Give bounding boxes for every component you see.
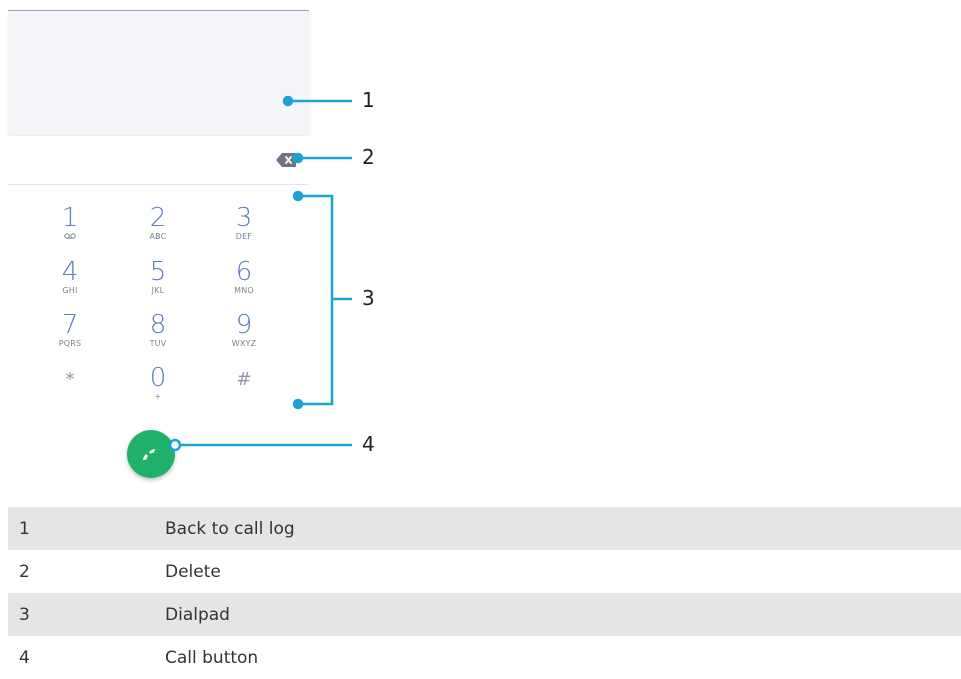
callout-3-bracket [298, 194, 334, 406]
legend-text: Call button [165, 647, 259, 668]
callout-label-4: 4 [362, 432, 375, 456]
legend-number: 2 [19, 561, 30, 582]
callout-label-1: 1 [362, 88, 375, 112]
legend-number: 3 [19, 604, 30, 625]
legend-text: Back to call log [165, 518, 295, 539]
callout-label-2: 2 [362, 145, 375, 169]
legend-row: 3 Dialpad [8, 593, 961, 636]
legend-row: 2 Delete [8, 550, 961, 593]
legend-table: 1 Back to call log 2 Delete 3 Dialpad 4 … [8, 507, 961, 679]
legend-row: 4 Call button [8, 636, 961, 679]
legend-text: Delete [165, 561, 221, 582]
callout-label-3: 3 [362, 286, 375, 310]
legend-number: 4 [19, 647, 30, 668]
callout-lines [168, 95, 352, 452]
callout-4-dot [168, 438, 182, 452]
legend-number: 1 [19, 518, 30, 539]
legend-row: 1 Back to call log [8, 507, 961, 550]
legend-text: Dialpad [165, 604, 230, 625]
